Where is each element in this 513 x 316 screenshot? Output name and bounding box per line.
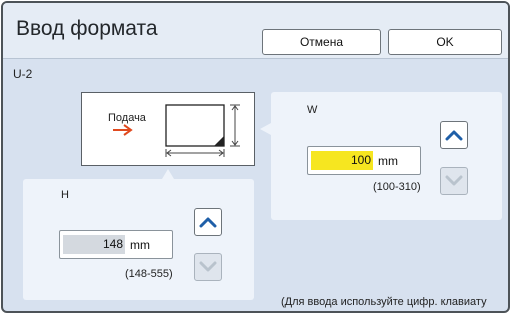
cancel-button[interactable]: Отмена — [262, 29, 381, 55]
chevron-up-icon — [199, 217, 217, 228]
dialog-header: Ввод формата Отмена OK — [3, 3, 508, 59]
ok-button[interactable]: OK — [388, 29, 502, 55]
dialog-title: Ввод формата — [16, 17, 158, 40]
format-input-dialog: Ввод формата Отмена OK U-2 W 100 mm (100… — [1, 1, 510, 313]
width-label: W — [307, 104, 318, 116]
width-range: (100-310) — [373, 181, 421, 193]
width-panel: W 100 mm (100-310) — [271, 92, 502, 220]
chevron-down-icon — [445, 175, 463, 186]
height-decrease-button[interactable] — [194, 253, 222, 281]
width-input-field[interactable]: 100 mm — [307, 146, 421, 175]
height-label: H — [61, 189, 69, 201]
width-decrease-button[interactable] — [440, 167, 468, 195]
height-input-field[interactable]: 148 mm — [59, 230, 173, 259]
height-panel-pointer — [162, 169, 174, 179]
keypad-hint: (Для ввода используйте цифр. клавиату — [281, 296, 487, 308]
paper-dimensions-icon — [165, 104, 240, 157]
height-value: 148 — [63, 235, 125, 254]
width-panel-pointer — [260, 123, 271, 135]
height-range: (148-555) — [125, 268, 173, 280]
feed-arrow-icon — [113, 124, 133, 136]
height-increase-button[interactable] — [194, 208, 222, 236]
chevron-down-icon — [199, 261, 217, 272]
height-panel: H 148 mm (148-555) — [23, 179, 254, 300]
chevron-up-icon — [445, 130, 463, 141]
height-unit: mm — [130, 238, 150, 252]
feed-label: Подача — [108, 112, 146, 124]
width-value: 100 — [311, 151, 373, 170]
format-code: U-2 — [13, 67, 33, 81]
width-unit: mm — [378, 154, 398, 168]
paper-format-diagram: Подача — [81, 92, 255, 166]
width-increase-button[interactable] — [440, 121, 468, 149]
